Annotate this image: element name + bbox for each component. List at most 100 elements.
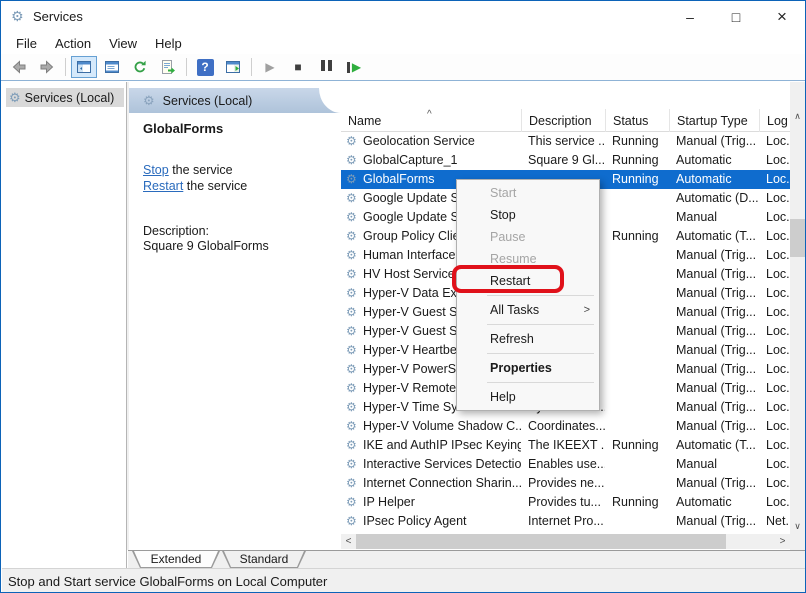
stop-icon: ■	[294, 60, 301, 74]
gear-icon: ⚙	[9, 90, 21, 106]
export-list-icon	[160, 59, 176, 75]
service-description-cell: Internet Pro...	[521, 512, 605, 531]
maximize-icon[interactable]: □	[713, 1, 759, 32]
service-row[interactable]: ⚙Hyper-V Volume Shadow C...Coordinates..…	[341, 417, 790, 436]
scroll-up-icon[interactable]: ∧	[790, 109, 805, 124]
services-app-icon: ⚙	[11, 8, 24, 25]
service-description-cell: The IKEEXT ...	[521, 436, 605, 455]
menu-action[interactable]: Action	[46, 34, 100, 53]
extended-view-panel: ⚙ Services (Local) GlobalForms Stop the …	[129, 82, 341, 550]
stop-service-link[interactable]: Stop	[143, 163, 169, 177]
menu-help[interactable]: Help	[146, 34, 191, 53]
service-startup-type-cell: Manual (Trig...	[669, 265, 759, 284]
service-logon-cell: Loc...	[759, 227, 790, 246]
minimize-icon[interactable]: –	[667, 1, 713, 32]
service-row[interactable]: ⚙GlobalCapture_1Square 9 Gl...RunningAut…	[341, 151, 790, 170]
tree-item-services-local[interactable]: ⚙ Services (Local)	[6, 88, 124, 107]
service-name-cell: Interactive Services Detection	[341, 455, 521, 474]
tab-extended[interactable]: Extended	[132, 551, 220, 568]
back-button[interactable]	[6, 56, 32, 78]
service-status-cell	[605, 341, 669, 360]
service-row[interactable]: ⚙Geolocation ServiceThis service ...Runn…	[341, 132, 790, 151]
column-header-description[interactable]: Description	[521, 109, 605, 132]
menu-item-refresh[interactable]: Refresh	[457, 328, 599, 350]
service-logon-cell: Loc...	[759, 284, 790, 303]
menu-item-properties[interactable]: Properties	[457, 357, 599, 379]
service-startup-type-cell: Automatic (D...	[669, 189, 759, 208]
menu-separator	[487, 353, 594, 354]
service-status-cell	[605, 455, 669, 474]
service-startup-type-cell: Automatic (T...	[669, 227, 759, 246]
start-service-button[interactable]: ▶	[257, 56, 283, 78]
service-logon-cell: Loc...	[759, 322, 790, 341]
service-logon-cell: Loc...	[759, 341, 790, 360]
vertical-scrollbar[interactable]: ∧ ∨	[790, 109, 805, 534]
status-text: Stop and Start service GlobalForms on Lo…	[8, 574, 327, 589]
service-startup-type-cell: Manual (Trig...	[669, 303, 759, 322]
service-name-cell: Internet Connection Sharin...	[341, 474, 521, 493]
service-startup-type-cell: Manual (Trig...	[669, 322, 759, 341]
column-header-status[interactable]: Status	[605, 109, 669, 132]
horizontal-scroll-thumb[interactable]	[356, 534, 726, 549]
console-tree-panel: ⚙ Services (Local)	[2, 82, 127, 568]
toolbar-separator	[186, 58, 187, 76]
service-logon-cell: Loc...	[759, 189, 790, 208]
scroll-right-icon[interactable]: >	[775, 534, 790, 549]
column-header-log-on-as[interactable]: Log	[759, 109, 790, 132]
description-text: Square 9 GlobalForms	[143, 239, 335, 253]
context-menu: StartStopPauseResumeRestartAll Tasks>Ref…	[456, 179, 600, 411]
service-status-cell	[605, 284, 669, 303]
pause-service-button[interactable]	[313, 56, 339, 78]
refresh-icon	[132, 59, 148, 75]
service-name-cell: IKE and AuthIP IPsec Keying...	[341, 436, 521, 455]
tab-standard[interactable]: Standard	[222, 551, 306, 568]
menu-separator	[487, 295, 594, 296]
service-row[interactable]: ⚙IKE and AuthIP IPsec Keying...The IKEEX…	[341, 436, 790, 455]
restart-service-button[interactable]: ▶	[341, 56, 367, 78]
scroll-down-icon[interactable]: ∨	[790, 519, 805, 534]
toolbar-separator	[65, 58, 66, 76]
service-description-cell: Enables use...	[521, 455, 605, 474]
service-row[interactable]: ⚙IP HelperProvides tu...RunningAutomatic…	[341, 493, 790, 512]
service-row[interactable]: ⚙Interactive Services DetectionEnables u…	[341, 455, 790, 474]
service-logon-cell: Loc...	[759, 132, 790, 151]
list-header: Name ^ Description Status Startup Type L…	[341, 109, 790, 132]
export-list-button[interactable]	[155, 56, 181, 78]
service-name-cell: Hyper-V Volume Shadow C...	[341, 417, 521, 436]
menu-view[interactable]: View	[100, 34, 146, 53]
scroll-left-icon[interactable]: <	[341, 534, 356, 549]
vertical-scroll-thumb[interactable]	[790, 219, 805, 257]
service-status-cell: Running	[605, 132, 669, 151]
show-console-tree-button[interactable]	[71, 56, 97, 78]
service-status-cell	[605, 303, 669, 322]
menu-item-stop[interactable]: Stop	[457, 204, 599, 226]
service-startup-type-cell: Manual (Trig...	[669, 417, 759, 436]
service-status-cell: Running	[605, 493, 669, 512]
service-startup-type-cell: Manual (Trig...	[669, 360, 759, 379]
show-action-pane-button[interactable]	[220, 56, 246, 78]
menu-item-all-tasks[interactable]: All Tasks>	[457, 299, 599, 321]
properties-toolbar-button[interactable]	[99, 56, 125, 78]
help-button[interactable]: ?	[192, 56, 218, 78]
service-startup-type-cell: Automatic	[669, 493, 759, 512]
service-logon-cell: Loc...	[759, 493, 790, 512]
stop-service-button[interactable]: ■	[285, 56, 311, 78]
service-row[interactable]: ⚙IPsec Policy AgentInternet Pro...Manual…	[341, 512, 790, 531]
menu-item-help[interactable]: Help	[457, 386, 599, 408]
restart-service-link[interactable]: Restart	[143, 179, 183, 193]
service-startup-type-cell: Manual (Trig...	[669, 512, 759, 531]
column-header-name[interactable]: Name ^	[341, 109, 521, 132]
horizontal-scrollbar[interactable]: < >	[341, 534, 790, 549]
forward-button[interactable]	[34, 56, 60, 78]
close-icon[interactable]: ×	[759, 1, 805, 32]
service-name-cell: Geolocation Service	[341, 132, 521, 151]
column-header-startup-type[interactable]: Startup Type	[669, 109, 759, 132]
service-row[interactable]: ⚙Internet Connection Sharin...Provides n…	[341, 474, 790, 493]
submenu-arrow-icon: >	[584, 299, 590, 321]
restart-annotation-box	[452, 265, 564, 293]
view-tabs-row: Extended Standard	[128, 550, 806, 568]
menu-file[interactable]: File	[7, 34, 46, 53]
refresh-button[interactable]	[127, 56, 153, 78]
restart-service-line: Restart the service	[143, 178, 335, 194]
service-logon-cell: Net...	[759, 512, 790, 531]
